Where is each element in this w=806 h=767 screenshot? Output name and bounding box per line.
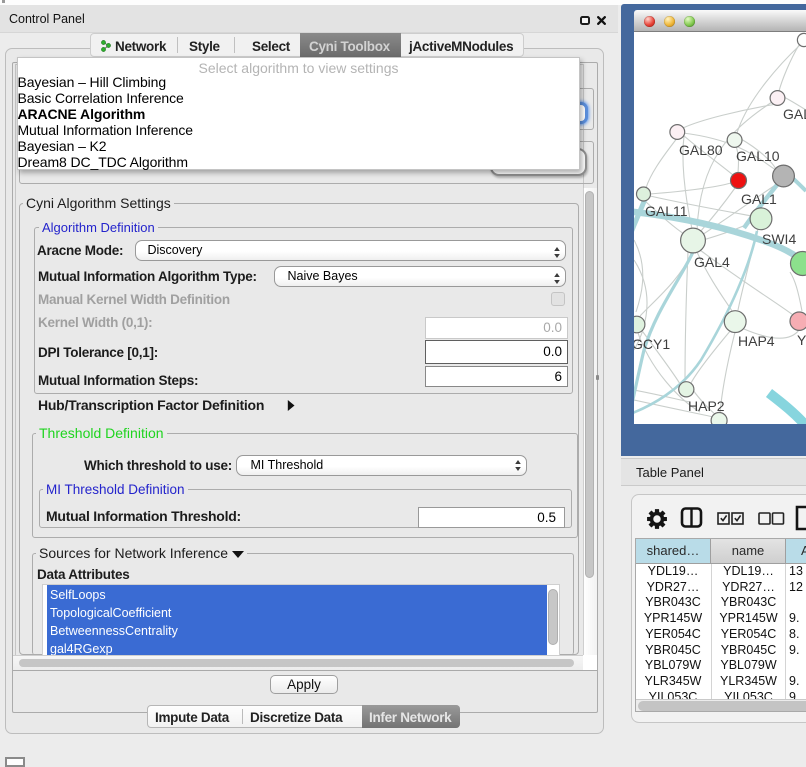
svg-text:GAL80: GAL80 [679,142,723,158]
svg-text:GAL11: GAL11 [645,203,688,219]
svg-text:GAL2: GAL2 [783,106,806,122]
svg-text:GAL1: GAL1 [741,191,777,207]
svg-text:HAP2: HAP2 [688,398,725,414]
svg-text:GCY1: GCY1 [634,336,670,352]
svg-text:SWI4: SWI4 [762,231,796,247]
svg-text:GAL4: GAL4 [694,254,730,270]
svg-text:GAL10: GAL10 [736,148,780,164]
svg-text:HAP4: HAP4 [738,333,775,349]
svg-text:YE: YE [797,332,806,348]
